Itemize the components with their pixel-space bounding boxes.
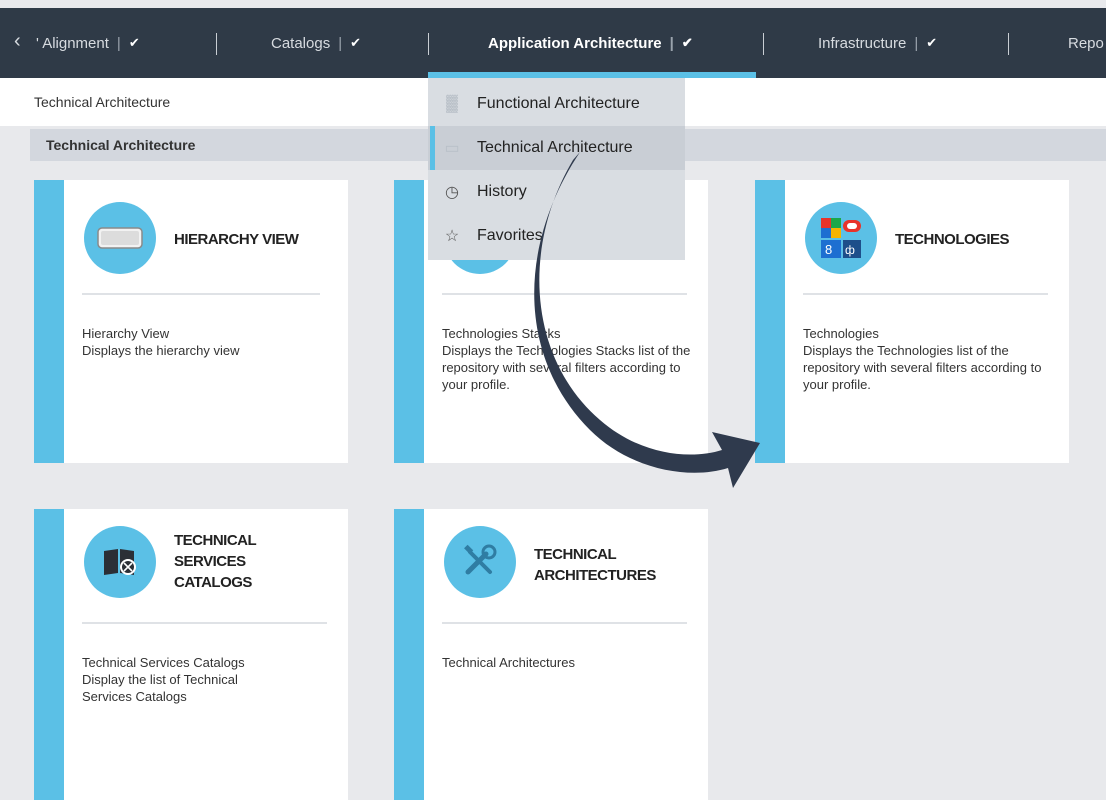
tools-icon bbox=[444, 526, 516, 598]
book-icon bbox=[84, 526, 156, 598]
technologies-icon: 8 ф bbox=[805, 202, 877, 274]
nav-separator bbox=[763, 33, 764, 55]
card-desc-title: Technologies bbox=[803, 326, 879, 341]
nav-separator bbox=[428, 33, 429, 55]
nav-item-catalogs[interactable]: Catalogs | ✔︎ bbox=[271, 8, 361, 78]
card-technical-architectures[interactable]: TECHNICAL ARCHITECTURES Technical Archit… bbox=[394, 509, 708, 800]
star-icon: ☆ bbox=[444, 228, 460, 245]
application-architecture-dropdown: ▓ Functional Architecture ▭ Technical Ar… bbox=[428, 78, 685, 260]
chevron-down-icon[interactable]: ✔︎ bbox=[350, 35, 361, 51]
card-desc-text: Display the list of Technical Services C… bbox=[82, 672, 238, 704]
chevron-left-icon[interactable]: ‹ bbox=[14, 30, 21, 53]
top-navigation: ‹ ' Alignment | ✔︎ Catalogs | ✔︎ Applica… bbox=[0, 8, 1106, 78]
card-title: TECHNOLOGIES bbox=[895, 231, 1010, 248]
card-desc-text: Displays the Technologies Stacks list of… bbox=[442, 343, 691, 392]
section-title: Technical Architecture bbox=[46, 137, 196, 153]
card-title: HIERARCHY VIEW bbox=[174, 231, 299, 248]
nav-separator bbox=[216, 33, 217, 55]
card-desc-title: Technologies Stacks bbox=[442, 326, 561, 341]
card-technical-services-catalogs[interactable]: TECHNICAL SERVICES CATALOGS Technical Se… bbox=[34, 509, 348, 800]
card-title: TECHNICAL SERVICES CATALOGS bbox=[174, 532, 257, 591]
menu-item-favorites[interactable]: ☆ Favorites bbox=[428, 214, 685, 258]
hierarchy-icon bbox=[84, 202, 156, 274]
building-icon: ▓ bbox=[446, 95, 458, 112]
svg-text:ф: ф bbox=[845, 243, 855, 257]
card-technologies[interactable]: 8 ф TECHNOLOGIES Technologies Displays t… bbox=[755, 180, 1069, 463]
nav-separator bbox=[1008, 33, 1009, 55]
card-hierarchy-view[interactable]: HIERARCHY VIEW Hierarchy View Displays t… bbox=[34, 180, 348, 463]
chevron-down-icon[interactable]: ✔︎ bbox=[926, 35, 937, 51]
svg-text:8: 8 bbox=[825, 242, 832, 257]
card-desc-title: Technical Architectures bbox=[442, 655, 575, 670]
chevron-down-icon[interactable]: ✔︎ bbox=[129, 35, 140, 51]
card-desc-text: Displays the Technologies list of the re… bbox=[803, 343, 1042, 392]
breadcrumb[interactable]: Technical Architecture bbox=[34, 94, 170, 110]
nav-item-infrastructure[interactable]: Infrastructure | ✔︎ bbox=[818, 8, 937, 78]
card-title: TECHNICAL ARCHITECTURES bbox=[534, 546, 656, 584]
nav-item-application-architecture[interactable]: Application Architecture | ✔︎ bbox=[488, 8, 693, 78]
server-icon: ▭ bbox=[444, 140, 460, 157]
menu-item-technical-architecture[interactable]: ▭ Technical Architecture bbox=[428, 126, 685, 170]
menu-item-functional-architecture[interactable]: ▓ Functional Architecture bbox=[428, 82, 685, 126]
chevron-down-icon[interactable]: ✔︎ bbox=[682, 35, 693, 51]
menu-item-history[interactable]: ◷ History bbox=[428, 170, 685, 214]
card-desc-title: Technical Services Catalogs bbox=[82, 655, 245, 670]
card-desc-title: Hierarchy View bbox=[82, 326, 170, 341]
card-desc-text: Displays the hierarchy view bbox=[82, 343, 240, 358]
nav-item-repo[interactable]: Repo bbox=[1068, 8, 1104, 78]
nav-item-alignment[interactable]: ' Alignment | ✔︎ bbox=[36, 8, 140, 78]
clock-icon: ◷ bbox=[445, 184, 459, 201]
